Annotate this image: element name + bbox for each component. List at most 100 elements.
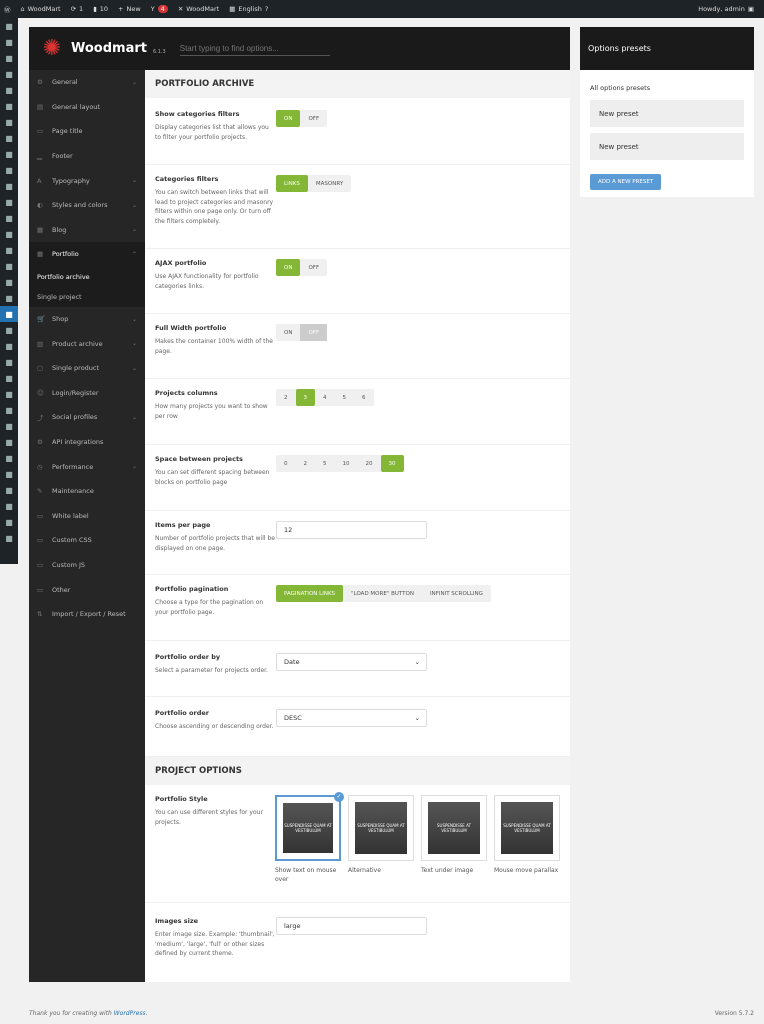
- option-button[interactable]: OFF: [300, 324, 328, 341]
- admin-menu-item-icon[interactable]: ■: [0, 450, 18, 466]
- style-option[interactable]: SUSPENDISSE QUAM AT VESTIBULUM Mouse move…: [494, 795, 560, 902]
- option-button[interactable]: MASONRY: [308, 175, 351, 192]
- style-option[interactable]: SUSPENDISSE AT VESTIBULUM Text under imag…: [421, 795, 487, 902]
- admin-menu-item-icon[interactable]: ■: [0, 146, 18, 162]
- seo-link[interactable]: Y 4: [151, 5, 168, 13]
- option-button[interactable]: "LOAD MORE" BUTTON: [343, 585, 422, 602]
- nav-item-portfolio[interactable]: ▦ Portfolio ⌃: [29, 242, 145, 267]
- admin-menu-item-icon[interactable]: ■: [0, 114, 18, 130]
- updates-link[interactable]: ⟳ 1: [71, 5, 84, 13]
- style-option[interactable]: SUSPENDISSE QUAM AT VESTIBULUM Alternativ…: [348, 795, 414, 902]
- admin-menu-item-icon[interactable]: ■: [0, 402, 18, 418]
- wordpress-link[interactable]: WordPress: [114, 1010, 146, 1017]
- option-button[interactable]: 2: [296, 455, 316, 472]
- admin-menu-item-icon[interactable]: ■: [0, 66, 18, 82]
- option-button[interactable]: 6: [354, 389, 374, 406]
- option-button[interactable]: INFINIT SCROLLING: [422, 585, 491, 602]
- admin-menu-item-icon[interactable]: ■: [0, 290, 18, 306]
- nav-item-performance[interactable]: ◷ Performance ⌄: [29, 454, 145, 479]
- option-button[interactable]: LINKS: [276, 175, 308, 192]
- nav-item-footer[interactable]: ▁ Footer: [29, 144, 145, 169]
- admin-menu-item-icon[interactable]: ■: [0, 274, 18, 290]
- comments-link[interactable]: ▮ 10: [93, 5, 108, 13]
- order_by-select[interactable]: Date ⌄: [276, 653, 427, 671]
- option-button[interactable]: 5: [315, 455, 335, 472]
- options-search-input[interactable]: [179, 41, 330, 56]
- nav-item-custom-js[interactable]: ▭ Custom JS: [29, 553, 145, 578]
- theme-link[interactable]: ✕ WoodMart: [178, 5, 219, 13]
- wordpress-logo-icon[interactable]: Ⓦ: [4, 4, 11, 14]
- nav-item-import-export-reset[interactable]: ⇅ Import / Export / Reset: [29, 602, 145, 627]
- order-select[interactable]: DESC ⌄: [276, 709, 427, 727]
- admin-menu-item-icon[interactable]: ■: [0, 50, 18, 66]
- admin-menu-item-icon[interactable]: ■: [0, 306, 18, 322]
- nav-item-page-title[interactable]: ▭ Page title: [29, 119, 145, 144]
- nav-item-login-register[interactable]: ☺ Login/Register: [29, 381, 145, 406]
- admin-menu-item-icon[interactable]: ■: [0, 498, 18, 514]
- admin-menu-item-icon[interactable]: ■: [0, 434, 18, 450]
- option-button[interactable]: ON: [276, 110, 301, 127]
- option-button[interactable]: PAGINATION LINKS: [276, 585, 344, 602]
- nav-item-shop[interactable]: 🛒 Shop ⌄: [29, 307, 145, 332]
- admin-menu-item-icon[interactable]: ■: [0, 322, 18, 338]
- account-link[interactable]: Howdy, admin ▣: [698, 5, 754, 13]
- nav-item-api-integrations[interactable]: ⚙ API integrations: [29, 430, 145, 455]
- admin-menu-item-icon[interactable]: ■: [0, 178, 18, 194]
- admin-menu-item-icon[interactable]: ■: [0, 514, 18, 530]
- admin-menu-item-icon[interactable]: ■: [0, 530, 18, 546]
- admin-menu-item-icon[interactable]: ■: [0, 466, 18, 482]
- nav-item-social-profiles[interactable]: ⤴ Social profiles ⌄: [29, 405, 145, 430]
- option-button[interactable]: 10: [335, 455, 358, 472]
- option-button[interactable]: OFF: [300, 110, 327, 127]
- option-button[interactable]: 5: [335, 389, 355, 406]
- option-button[interactable]: 0: [276, 455, 296, 472]
- preset-item[interactable]: New preset: [590, 133, 744, 160]
- nav-subitem[interactable]: Portfolio archive: [29, 266, 145, 287]
- add-preset-button[interactable]: ADD A NEW PRESET: [590, 174, 662, 190]
- nav-subitem[interactable]: Single project: [29, 286, 145, 307]
- option-button[interactable]: 30: [380, 455, 404, 472]
- nav-item-general[interactable]: ⚙ General ⌄: [29, 70, 145, 95]
- new-link[interactable]: + New: [118, 5, 141, 13]
- admin-menu-item-icon[interactable]: ■: [0, 18, 18, 34]
- admin-menu-item-icon[interactable]: ■: [0, 338, 18, 354]
- admin-menu-item-icon[interactable]: ■: [0, 98, 18, 114]
- option-button[interactable]: 3: [295, 389, 315, 406]
- nav-item-general-layout[interactable]: ▤ General layout: [29, 95, 145, 120]
- admin-menu-item-icon[interactable]: ■: [0, 226, 18, 242]
- nav-item-white-label[interactable]: ▭ White label: [29, 504, 145, 529]
- per_page-input[interactable]: 12: [276, 521, 427, 539]
- admin-menu-item-icon[interactable]: ■: [0, 370, 18, 386]
- style-option[interactable]: SUSPENDISSE QUAM AT VESTIBULUM ✓ Show text…: [275, 792, 344, 902]
- nav-item-styles-and-colors[interactable]: ◐ Styles and colors ⌄: [29, 193, 145, 218]
- admin-menu-item-icon[interactable]: ■: [0, 210, 18, 226]
- admin-menu-item-icon[interactable]: ■: [0, 482, 18, 498]
- admin-menu-item-icon[interactable]: ■: [0, 242, 18, 258]
- option-button[interactable]: 4: [315, 389, 335, 406]
- option-button[interactable]: ON: [276, 324, 300, 341]
- nav-item-typography[interactable]: A Typography ⌄: [29, 168, 145, 193]
- images-size-input[interactable]: large: [276, 917, 427, 935]
- admin-menu-item-icon[interactable]: ■: [0, 34, 18, 50]
- nav-item-product-archive[interactable]: ▥ Product archive ⌄: [29, 331, 145, 356]
- admin-menu-item-icon[interactable]: ■: [0, 418, 18, 434]
- admin-menu-item-icon[interactable]: ■: [0, 194, 18, 210]
- admin-menu-item-icon[interactable]: ■: [0, 130, 18, 146]
- admin-menu-item-icon[interactable]: ■: [0, 258, 18, 274]
- option-button[interactable]: OFF: [300, 259, 327, 276]
- nav-item-blog[interactable]: ▦ Blog ⌄: [29, 218, 145, 243]
- preset-item[interactable]: New preset: [590, 100, 744, 127]
- admin-menu-item-icon[interactable]: ■: [0, 354, 18, 370]
- option-button[interactable]: 2: [276, 389, 296, 406]
- nav-item-maintenance[interactable]: ✎ Maintenance: [29, 479, 145, 504]
- language-switcher[interactable]: ▦ English ?: [229, 5, 268, 13]
- option-button[interactable]: 20: [358, 455, 381, 472]
- nav-item-custom-css[interactable]: ▭ Custom CSS: [29, 528, 145, 553]
- nav-item-other[interactable]: ▭ Other: [29, 577, 145, 602]
- admin-menu-item-icon[interactable]: ■: [0, 386, 18, 402]
- option-button[interactable]: ON: [276, 259, 301, 276]
- admin-menu-item-icon[interactable]: ■: [0, 82, 18, 98]
- admin-menu-item-icon[interactable]: ■: [0, 162, 18, 178]
- nav-item-single-product[interactable]: ▢ Single product ⌄: [29, 356, 145, 381]
- site-link[interactable]: ⌂ WoodMart: [21, 5, 61, 13]
